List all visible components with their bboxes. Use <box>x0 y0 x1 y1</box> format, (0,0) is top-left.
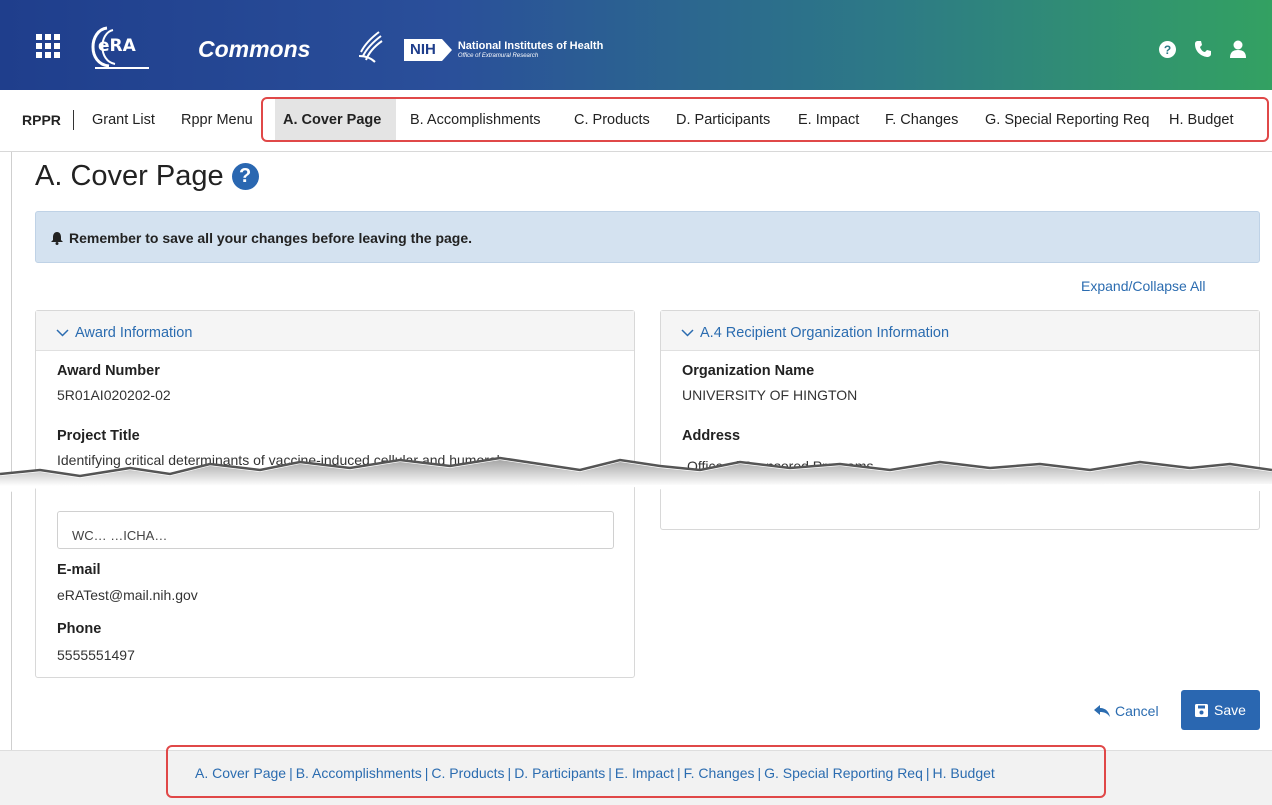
nih-arrow-icon <box>441 39 452 61</box>
section-label: RPPR <box>22 112 61 128</box>
cancel-label: Cancel <box>1115 703 1159 719</box>
cancel-button[interactable]: Cancel <box>1094 703 1159 719</box>
phone-icon[interactable] <box>1194 40 1212 58</box>
era-logo-text: eRA <box>98 36 136 56</box>
hhs-eagle-icon <box>358 31 383 63</box>
app-header: eRA Commons NIH National Institutes of H… <box>0 0 1272 90</box>
award-panel-title: Award Information <box>75 325 193 341</box>
save-label: Save <box>1214 702 1246 718</box>
chevron-down-icon <box>681 329 694 337</box>
nih-logo: NIH National Institutes of Health Office… <box>404 38 603 62</box>
alert-message: Remember to save all your changes before… <box>69 230 473 246</box>
expand-collapse-all-link[interactable]: Expand/Collapse All <box>1081 278 1206 294</box>
nav-grant-list[interactable]: Grant List <box>92 112 155 128</box>
section-divider <box>73 110 74 130</box>
award-number-label: Award Number <box>57 363 160 379</box>
grid-menu-icon[interactable] <box>36 34 60 58</box>
nav-rppr-menu[interactable]: Rppr Menu <box>181 112 253 128</box>
torn-edge-divider <box>0 456 1272 498</box>
nih-name: National Institutes of Health <box>457 40 604 52</box>
award-panel-header[interactable]: Award Information <box>36 311 634 351</box>
app-name[interactable]: Commons <box>198 36 310 63</box>
save-button[interactable]: Save <box>1181 690 1260 730</box>
chevron-down-icon <box>56 329 69 337</box>
phone-label: Phone <box>57 621 102 637</box>
save-reminder-alert: Remember to save all your changes before… <box>35 211 1260 263</box>
email-label: E-mail <box>57 562 101 578</box>
help-icon[interactable]: ? <box>231 163 259 190</box>
floppy-disk-icon <box>1195 703 1209 717</box>
user-icon[interactable] <box>1230 40 1246 58</box>
organization-name-value: UNIVERSITY OF HINGTON <box>682 387 858 403</box>
tabs-highlight-outline <box>261 97 1269 142</box>
page-title: A. Cover Page ? <box>35 160 259 193</box>
award-number-value: 5R01AI020202-02 <box>57 387 171 403</box>
organization-name-label: Organization Name <box>682 363 815 379</box>
nih-subtitle: Office of Extramural Research <box>457 53 539 59</box>
footer-highlight-outline <box>166 745 1106 798</box>
page-title-text: A. Cover Page <box>35 160 224 192</box>
nih-tag: NIH <box>404 39 442 61</box>
partial-field-value: WC… …ICHA… <box>72 528 168 543</box>
phone-value: 5555551497 <box>57 647 135 663</box>
svg-text:?: ? <box>1164 43 1171 57</box>
recipient-panel-title: A.4 Recipient Organization Information <box>700 325 950 341</box>
email-value: eRATest@mail.nih.gov <box>57 587 198 603</box>
rppr-tab-nav: RPPR Grant List Rppr Menu A. Cover Page … <box>0 90 1272 152</box>
recipient-panel-header[interactable]: A.4 Recipient Organization Information <box>661 311 1259 351</box>
help-icon[interactable]: ? <box>1159 40 1176 58</box>
bell-icon <box>51 231 63 245</box>
reply-arrow-icon <box>1094 705 1110 717</box>
